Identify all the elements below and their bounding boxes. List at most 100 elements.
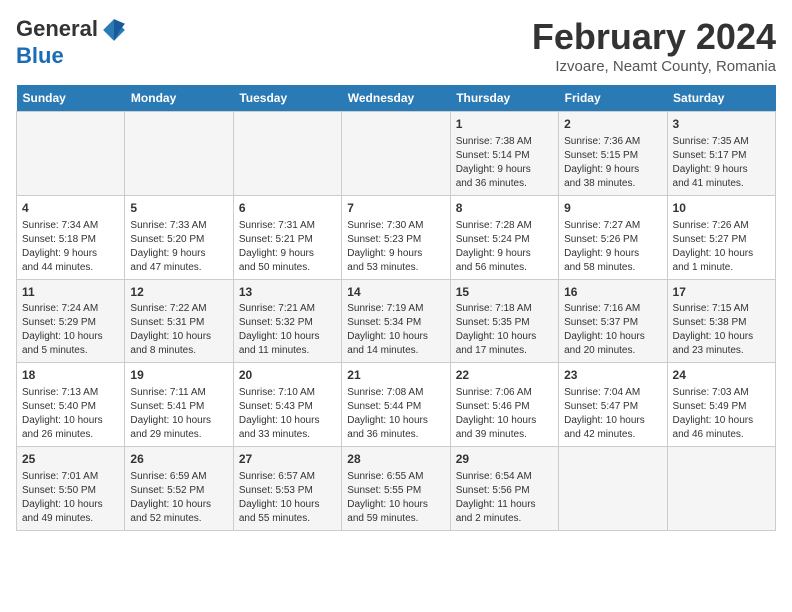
day-number: 8 <box>456 200 553 217</box>
day-number: 14 <box>347 284 444 301</box>
day-info: Sunrise: 7:10 AMSunset: 5:43 PMDaylight:… <box>239 386 336 442</box>
day-info: Sunrise: 7:15 AMSunset: 5:38 PMDaylight:… <box>673 302 770 358</box>
day-info: Sunrise: 6:59 AMSunset: 5:52 PMDaylight:… <box>130 470 227 526</box>
calendar-cell <box>559 447 667 531</box>
calendar-cell: 15Sunrise: 7:18 AMSunset: 5:35 PMDayligh… <box>450 279 558 363</box>
day-number: 26 <box>130 451 227 468</box>
day-number: 9 <box>564 200 661 217</box>
day-number: 3 <box>673 116 770 133</box>
calendar-cell: 7 Sunrise: 7:30 AMSunset: 5:23 PMDaylight… <box>342 195 450 279</box>
day-info: Sunrise: 7:11 AMSunset: 5:41 PMDaylight:… <box>130 386 227 442</box>
day-number: 18 <box>22 367 119 384</box>
day-info: Sunrise: 7:38 AMSunset: 5:14 PMDaylight:… <box>456 135 553 191</box>
weekday-header-thursday: Thursday <box>450 85 558 112</box>
calendar-cell: 11Sunrise: 7:24 AMSunset: 5:29 PMDayligh… <box>17 279 125 363</box>
day-number: 23 <box>564 367 661 384</box>
calendar-cell: 23 Sunrise: 7:04 AMSunset: 5:47 PMDayligh… <box>559 363 667 447</box>
calendar-cell <box>342 112 450 196</box>
day-info: Sunrise: 7:04 AMSunset: 5:47 PMDaylight:… <box>564 386 661 442</box>
page-header: General Blue February 2024 Izvoare, Neam… <box>16 16 776 75</box>
location-title: Izvoare, Neamt County, Romania <box>532 58 776 75</box>
day-info: Sunrise: 7:33 AMSunset: 5:20 PMDaylight:… <box>130 219 227 275</box>
day-info: Sunrise: 7:28 AMSunset: 5:24 PMDaylight:… <box>456 219 553 275</box>
calendar-week-row: 18 Sunrise: 7:13 AMSunset: 5:40 PMDayligh… <box>17 363 776 447</box>
weekday-header-monday: Monday <box>125 85 233 112</box>
day-info: Sunrise: 7:30 AMSunset: 5:23 PMDaylight:… <box>347 219 444 275</box>
logo: General Blue <box>16 16 130 68</box>
weekday-header-row: SundayMondayTuesdayWednesdayThursdayFrid… <box>17 85 776 112</box>
day-info: Sunrise: 7:26 AMSunset: 5:27 PMDaylight:… <box>673 219 770 275</box>
calendar-cell: 9 Sunrise: 7:27 AMSunset: 5:26 PMDaylight… <box>559 195 667 279</box>
day-info: Sunrise: 7:21 AMSunset: 5:32 PMDaylight:… <box>239 302 336 358</box>
day-number: 5 <box>130 200 227 217</box>
calendar-cell: 20 Sunrise: 7:10 AMSunset: 5:43 PMDayligh… <box>233 363 341 447</box>
calendar-cell <box>17 112 125 196</box>
calendar-cell: 29 Sunrise: 6:54 AMSunset: 5:56 PMDayligh… <box>450 447 558 531</box>
day-info: Sunrise: 7:35 AMSunset: 5:17 PMDaylight:… <box>673 135 770 191</box>
weekday-header-sunday: Sunday <box>17 85 125 112</box>
day-info: Sunrise: 7:03 AMSunset: 5:49 PMDaylight:… <box>673 386 770 442</box>
day-info: Sunrise: 7:19 AMSunset: 5:34 PMDaylight:… <box>347 302 444 358</box>
weekday-header-tuesday: Tuesday <box>233 85 341 112</box>
day-info: Sunrise: 7:22 AMSunset: 5:31 PMDaylight:… <box>130 302 227 358</box>
day-info: Sunrise: 7:13 AMSunset: 5:40 PMDaylight:… <box>22 386 119 442</box>
day-number: 25 <box>22 451 119 468</box>
day-number: 15 <box>456 284 553 301</box>
day-number: 29 <box>456 451 553 468</box>
day-number: 11 <box>22 284 119 301</box>
calendar-cell: 10 Sunrise: 7:26 AMSunset: 5:27 PMDayligh… <box>667 195 775 279</box>
day-number: 22 <box>456 367 553 384</box>
weekday-header-saturday: Saturday <box>667 85 775 112</box>
day-info: Sunrise: 7:36 AMSunset: 5:15 PMDaylight:… <box>564 135 661 191</box>
day-info: Sunrise: 6:55 AMSunset: 5:55 PMDaylight:… <box>347 470 444 526</box>
calendar-cell: 18 Sunrise: 7:13 AMSunset: 5:40 PMDayligh… <box>17 363 125 447</box>
day-number: 7 <box>347 200 444 217</box>
day-number: 6 <box>239 200 336 217</box>
calendar-cell: 28 Sunrise: 6:55 AMSunset: 5:55 PMDayligh… <box>342 447 450 531</box>
day-number: 20 <box>239 367 336 384</box>
calendar-cell: 1 Sunrise: 7:38 AMSunset: 5:14 PMDaylight… <box>450 112 558 196</box>
calendar-cell: 5 Sunrise: 7:33 AMSunset: 5:20 PMDaylight… <box>125 195 233 279</box>
calendar-cell <box>667 447 775 531</box>
calendar-cell: 2Sunrise: 7:36 AMSunset: 5:15 PMDaylight… <box>559 112 667 196</box>
day-info: Sunrise: 7:27 AMSunset: 5:26 PMDaylight:… <box>564 219 661 275</box>
day-info: Sunrise: 7:31 AMSunset: 5:21 PMDaylight:… <box>239 219 336 275</box>
calendar-cell: 13Sunrise: 7:21 AMSunset: 5:32 PMDayligh… <box>233 279 341 363</box>
logo-general-text: General <box>16 16 98 41</box>
day-number: 21 <box>347 367 444 384</box>
day-number: 19 <box>130 367 227 384</box>
calendar-cell <box>125 112 233 196</box>
calendar-cell: 3 Sunrise: 7:35 AMSunset: 5:17 PMDaylight… <box>667 112 775 196</box>
calendar-table: SundayMondayTuesdayWednesdayThursdayFrid… <box>16 85 776 531</box>
day-number: 28 <box>347 451 444 468</box>
day-number: 10 <box>673 200 770 217</box>
day-info: Sunrise: 7:18 AMSunset: 5:35 PMDaylight:… <box>456 302 553 358</box>
day-info: Sunrise: 6:54 AMSunset: 5:56 PMDaylight:… <box>456 470 553 526</box>
weekday-header-friday: Friday <box>559 85 667 112</box>
day-number: 1 <box>456 116 553 133</box>
weekday-header-wednesday: Wednesday <box>342 85 450 112</box>
day-number: 12 <box>130 284 227 301</box>
calendar-week-row: 1 Sunrise: 7:38 AMSunset: 5:14 PMDaylight… <box>17 112 776 196</box>
calendar-week-row: 4Sunrise: 7:34 AMSunset: 5:18 PMDaylight… <box>17 195 776 279</box>
calendar-cell: 22 Sunrise: 7:06 AMSunset: 5:46 PMDayligh… <box>450 363 558 447</box>
title-area: February 2024 Izvoare, Neamt County, Rom… <box>532 16 776 75</box>
calendar-week-row: 25 Sunrise: 7:01 AMSunset: 5:50 PMDayligh… <box>17 447 776 531</box>
logo-blue-text: Blue <box>16 43 64 68</box>
day-info: Sunrise: 6:57 AMSunset: 5:53 PMDaylight:… <box>239 470 336 526</box>
calendar-cell: 19 Sunrise: 7:11 AMSunset: 5:41 PMDayligh… <box>125 363 233 447</box>
calendar-cell: 27Sunrise: 6:57 AMSunset: 5:53 PMDayligh… <box>233 447 341 531</box>
calendar-cell: 26 Sunrise: 6:59 AMSunset: 5:52 PMDayligh… <box>125 447 233 531</box>
day-info: Sunrise: 7:06 AMSunset: 5:46 PMDaylight:… <box>456 386 553 442</box>
day-number: 4 <box>22 200 119 217</box>
day-number: 24 <box>673 367 770 384</box>
calendar-cell: 17Sunrise: 7:15 AMSunset: 5:38 PMDayligh… <box>667 279 775 363</box>
calendar-cell: 16Sunrise: 7:16 AMSunset: 5:37 PMDayligh… <box>559 279 667 363</box>
day-info: Sunrise: 7:08 AMSunset: 5:44 PMDaylight:… <box>347 386 444 442</box>
calendar-week-row: 11Sunrise: 7:24 AMSunset: 5:29 PMDayligh… <box>17 279 776 363</box>
calendar-cell: 4Sunrise: 7:34 AMSunset: 5:18 PMDaylight… <box>17 195 125 279</box>
day-info: Sunrise: 7:16 AMSunset: 5:37 PMDaylight:… <box>564 302 661 358</box>
day-info: Sunrise: 7:24 AMSunset: 5:29 PMDaylight:… <box>22 302 119 358</box>
calendar-cell: 8 Sunrise: 7:28 AMSunset: 5:24 PMDaylight… <box>450 195 558 279</box>
day-info: Sunrise: 7:01 AMSunset: 5:50 PMDaylight:… <box>22 470 119 526</box>
